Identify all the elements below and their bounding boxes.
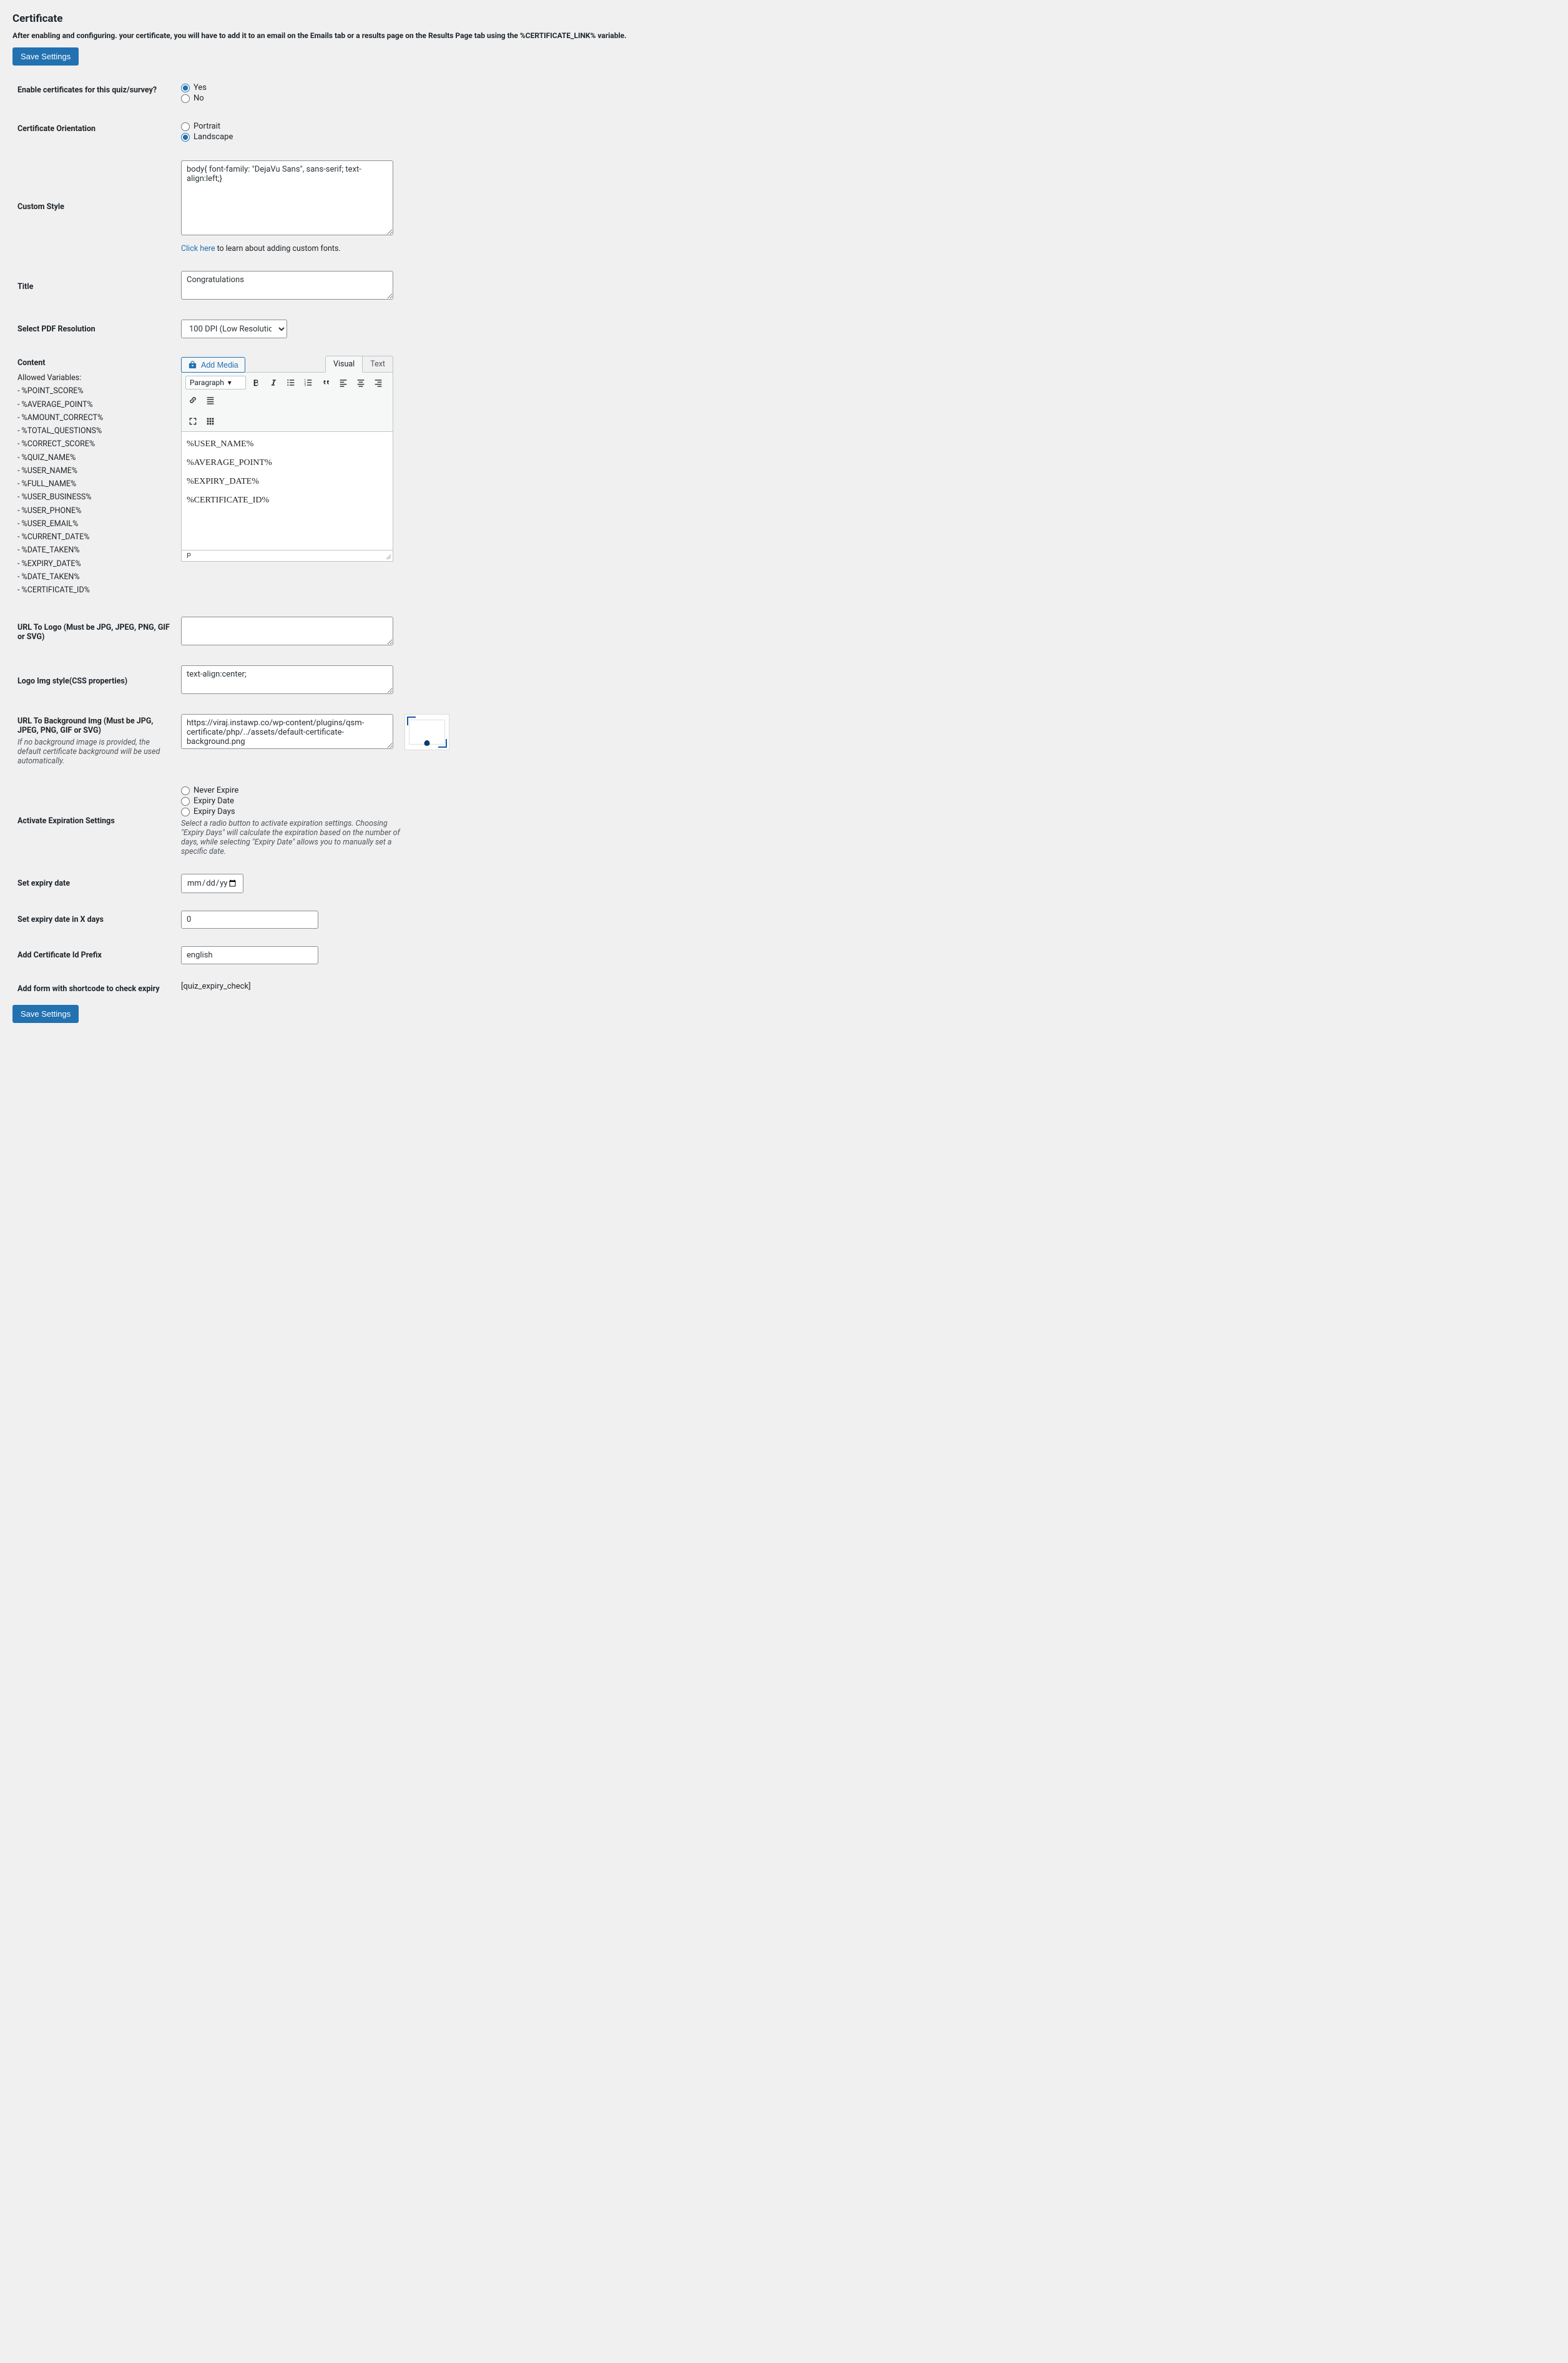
- orientation-landscape-label: Landscape: [194, 132, 233, 142]
- align-left-button[interactable]: [336, 375, 351, 390]
- orientation-landscape-row[interactable]: Landscape: [181, 132, 1556, 142]
- enable-yes-row[interactable]: Yes: [181, 83, 1556, 92]
- orientation-portrait-radio[interactable]: [181, 122, 190, 131]
- exp-date-radio[interactable]: [181, 797, 190, 806]
- custom-fonts-after: to learn about adding custom fonts.: [215, 244, 340, 253]
- custom-style-label: Custom Style: [12, 152, 181, 262]
- allowed-variable: - %USER_PHONE%: [17, 504, 175, 517]
- ul-button[interactable]: [283, 375, 298, 390]
- editor-breadcrumb[interactable]: P: [187, 552, 191, 560]
- content-label: Content: [17, 358, 175, 368]
- vars-title: Allowed Variables:: [17, 371, 175, 384]
- logo-url-textarea[interactable]: [181, 617, 393, 645]
- title-textarea[interactable]: [181, 271, 393, 300]
- expiry-date-label: Set expiry date: [12, 865, 181, 902]
- intro-text: After enabling and configuring. your cer…: [12, 31, 1556, 40]
- allowed-variable: - %USER_EMAIL%: [17, 517, 175, 531]
- prefix-label: Add Certificate Id Prefix: [12, 937, 181, 973]
- editor-statusbar: P: [181, 550, 393, 562]
- bg-url-textarea[interactable]: [181, 714, 393, 749]
- italic-button[interactable]: [266, 375, 281, 390]
- editor-line: %AVERAGE_POINT%: [187, 458, 388, 468]
- enable-no-row[interactable]: No: [181, 94, 1556, 103]
- editor-toolbar: Paragraph ▾ 123: [181, 372, 393, 432]
- add-media-label: Add Media: [201, 361, 238, 369]
- add-media-button[interactable]: Add Media: [181, 357, 245, 373]
- exp-never-radio[interactable]: [181, 786, 190, 795]
- orientation-landscape-radio[interactable]: [181, 133, 190, 142]
- editor-line: %USER_NAME%: [187, 439, 388, 449]
- custom-style-textarea[interactable]: [181, 160, 393, 235]
- expiry-date-input[interactable]: [181, 874, 243, 893]
- save-settings-top[interactable]: Save Settings: [12, 47, 79, 66]
- allowed-variable: - %AVERAGE_POINT%: [17, 398, 175, 411]
- media-icon: [188, 360, 197, 369]
- allowed-variable: - %TOTAL_QUESTIONS%: [17, 424, 175, 438]
- align-center-button[interactable]: [353, 375, 368, 390]
- resolution-label: Select PDF Resolution: [12, 311, 181, 347]
- exp-never-row[interactable]: Never Expire: [181, 786, 1556, 795]
- shortcode-value: [quiz_expiry_check]: [181, 982, 251, 991]
- allowed-variable: - %DATE_TAKEN%: [17, 570, 175, 584]
- allowed-variable: - %QUIZ_NAME%: [17, 451, 175, 464]
- title-label: Title: [12, 262, 181, 311]
- expiry-days-label: Set expiry date in X days: [12, 902, 181, 937]
- orientation-portrait-row[interactable]: Portrait: [181, 122, 1556, 131]
- enable-no-radio[interactable]: [181, 94, 190, 103]
- allowed-variable: - %POINT_SCORE%: [17, 384, 175, 398]
- exp-date-label: Expiry Date: [194, 796, 234, 806]
- allowed-variable: - %EXPIRY_DATE%: [17, 557, 175, 570]
- save-settings-bottom[interactable]: Save Settings: [12, 1005, 79, 1023]
- bg-preview-image: [404, 714, 449, 750]
- enable-yes-radio[interactable]: [181, 84, 190, 92]
- bg-url-label: URL To Background Img (Must be JPG, JPEG…: [17, 717, 175, 735]
- editor-tab-visual[interactable]: Visual: [325, 356, 363, 373]
- toolbar-toggle-button[interactable]: [203, 414, 218, 429]
- editor-resize-handle[interactable]: [385, 554, 391, 560]
- enable-no-label: No: [194, 94, 204, 103]
- expiration-hint: Select a radio button to activate expira…: [181, 819, 406, 856]
- svg-text:3: 3: [304, 383, 306, 387]
- quote-button[interactable]: [318, 375, 333, 390]
- expiry-days-input[interactable]: [181, 911, 318, 929]
- align-right-button[interactable]: [371, 375, 386, 390]
- orientation-label: Certificate Orientation: [12, 113, 181, 152]
- ol-button[interactable]: 123: [301, 375, 316, 390]
- allowed-variable: - %AMOUNT_CORRECT%: [17, 411, 175, 424]
- editor-line: %CERTIFICATE_ID%: [187, 496, 388, 506]
- prefix-input[interactable]: [181, 946, 318, 964]
- align-justify-button[interactable]: [203, 393, 218, 408]
- bold-button[interactable]: [248, 375, 263, 390]
- enable-label: Enable certificates for this quiz/survey…: [12, 74, 181, 113]
- logo-style-label: Logo Img style(CSS properties): [12, 657, 181, 705]
- resolution-select[interactable]: 100 DPI (Low Resolution): [181, 320, 287, 338]
- editor-tab-text[interactable]: Text: [363, 356, 393, 373]
- allowed-variable: - %CORRECT_SCORE%: [17, 438, 175, 451]
- exp-days-row[interactable]: Expiry Days: [181, 807, 1556, 816]
- allowed-variable: - %CURRENT_DATE%: [17, 531, 175, 544]
- page-title: Certificate: [12, 12, 1556, 25]
- allowed-variable: - %DATE_TAKEN%: [17, 544, 175, 557]
- bg-url-hint: If no background image is provided, the …: [17, 738, 175, 766]
- enable-yes-label: Yes: [194, 83, 207, 92]
- expiration-label: Activate Expiration Settings: [12, 777, 181, 865]
- editor-body[interactable]: %USER_NAME% %AVERAGE_POINT% %EXPIRY_DATE%%…: [181, 432, 393, 550]
- exp-never-label: Never Expire: [194, 786, 238, 795]
- link-button[interactable]: [185, 393, 200, 408]
- logo-url-label: URL To Logo (Must be JPG, JPEG, PNG, GIF…: [12, 608, 181, 657]
- allowed-variable: - %USER_BUSINESS%: [17, 491, 175, 504]
- fullscreen-button[interactable]: [185, 414, 200, 429]
- logo-style-textarea[interactable]: [181, 665, 393, 694]
- exp-days-radio[interactable]: [181, 808, 190, 816]
- editor-line: %EXPIRY_DATE%: [187, 477, 388, 487]
- exp-date-row[interactable]: Expiry Date: [181, 796, 1556, 806]
- allowed-variable: - %USER_NAME%: [17, 464, 175, 477]
- orientation-portrait-label: Portrait: [194, 122, 220, 131]
- custom-fonts-link[interactable]: Click here: [181, 244, 215, 253]
- shortcode-label: Add form with shortcode to check expiry: [12, 973, 181, 1005]
- format-select[interactable]: Paragraph ▾: [185, 376, 246, 389]
- allowed-variable: - %FULL_NAME%: [17, 477, 175, 491]
- allowed-variable: - %CERTIFICATE_ID%: [17, 584, 175, 597]
- exp-days-label: Expiry Days: [194, 807, 235, 816]
